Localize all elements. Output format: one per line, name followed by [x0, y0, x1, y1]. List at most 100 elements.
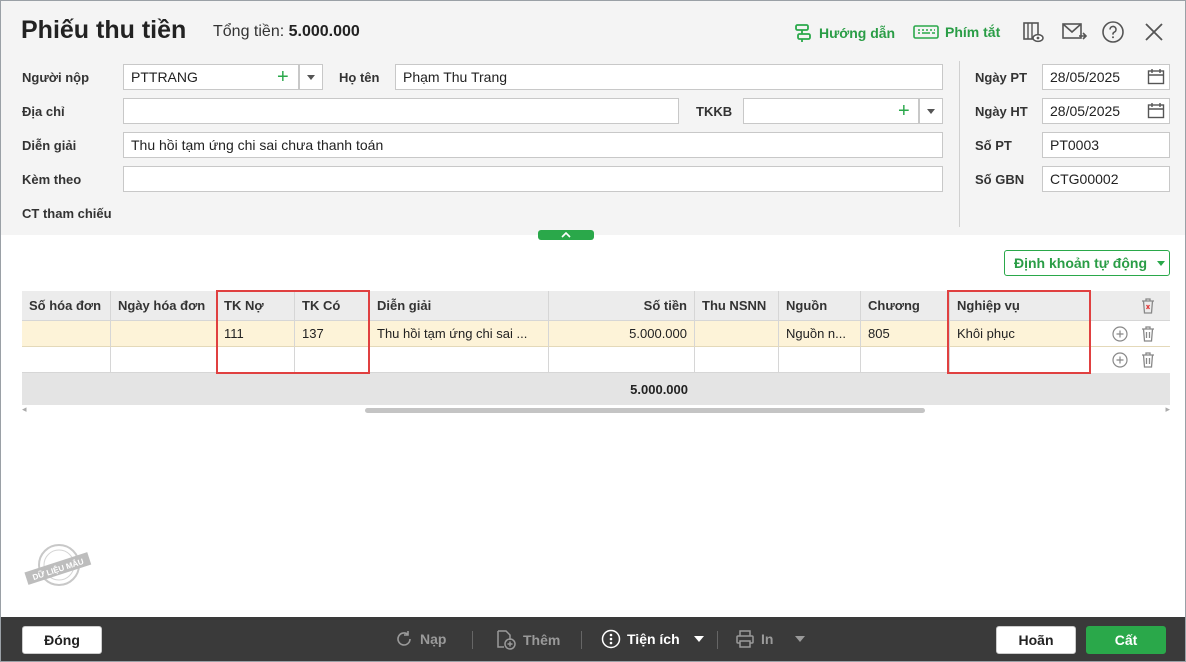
- table-total-row: 5.000.000: [22, 373, 1170, 405]
- add-row-icon[interactable]: [1112, 325, 1128, 342]
- highlight-accounts: [216, 290, 370, 374]
- date-pt-label: Ngày PT: [975, 70, 1028, 85]
- cell-chapter[interactable]: [861, 347, 950, 373]
- row-actions: [1091, 347, 1170, 373]
- print-label: In: [761, 631, 774, 647]
- delete-all-icon[interactable]: [1140, 297, 1156, 315]
- reference-label: CT tham chiếu: [22, 206, 112, 221]
- chevron-down-icon: [693, 636, 704, 642]
- close-button[interactable]: Đóng: [22, 626, 102, 654]
- collapse-header-button[interactable]: [538, 230, 594, 240]
- close-icon[interactable]: [1141, 19, 1167, 45]
- so-gbn-input[interactable]: CTG00002: [1042, 166, 1170, 192]
- delete-all-cell: [1091, 291, 1170, 321]
- so-gbn-label: Số GBN: [975, 172, 1025, 187]
- col-source: Nguồn: [779, 291, 861, 321]
- receipt-window: Phiếu thu tiền Tổng tiền: 5.000.000 Hướn…: [0, 0, 1186, 662]
- scroll-left-icon[interactable]: ◂: [22, 404, 27, 415]
- add-row-icon[interactable]: [1112, 352, 1128, 368]
- cell-description[interactable]: Thu hồi tạm ứng chi sai ...: [370, 321, 549, 347]
- calendar-icon[interactable]: [1147, 68, 1165, 85]
- add-payer-icon[interactable]: +: [277, 67, 289, 87]
- save-button[interactable]: Cất: [1086, 626, 1166, 654]
- payer-input[interactable]: PTTRANG: [123, 64, 299, 90]
- cell-description[interactable]: [370, 347, 549, 373]
- scroll-right-icon[interactable]: ▸: [1165, 404, 1170, 415]
- shortcut-label: Phím tắt: [945, 24, 1001, 40]
- table-total-value: 5.000.000: [22, 373, 695, 405]
- guide-label: Hướng dẫn: [819, 25, 896, 41]
- cell-source[interactable]: [779, 347, 861, 373]
- keyboard-icon: [913, 25, 939, 39]
- cell-chapter[interactable]: 805: [861, 321, 950, 347]
- col-chapter: Chương: [861, 291, 950, 321]
- cell-invoice-no[interactable]: [22, 347, 111, 373]
- date-ht-label: Ngày HT: [975, 104, 1028, 119]
- highlight-operation: [947, 290, 1091, 374]
- cell-thu-nsnn[interactable]: [695, 347, 779, 373]
- print-menu[interactable]: In: [735, 629, 806, 649]
- cell-amount[interactable]: 5.000.000: [549, 321, 695, 347]
- table-total-filler: [695, 373, 1170, 405]
- fullname-label: Họ tên: [339, 70, 380, 85]
- total-label: Tổng tiền:: [213, 23, 285, 40]
- attach-label: Kèm theo: [22, 172, 82, 187]
- calendar-icon[interactable]: [1147, 102, 1165, 119]
- chevron-down-icon: [1157, 260, 1166, 266]
- tkkb-dropdown[interactable]: [919, 98, 943, 124]
- horizontal-scrollbar[interactable]: ◂ ▸: [22, 404, 1170, 417]
- description-label: Diễn giải: [22, 138, 77, 153]
- so-pt-input[interactable]: PT0003: [1042, 132, 1170, 158]
- col-invoice-no: Số hóa đơn: [22, 291, 111, 321]
- cell-amount[interactable]: [549, 347, 695, 373]
- reload-label: Nạp: [420, 631, 447, 647]
- attach-input[interactable]: [123, 166, 943, 192]
- add-label: Thêm: [523, 632, 561, 648]
- page-title: Phiếu thu tiền: [21, 16, 187, 44]
- fullname-input[interactable]: Phạm Thu Trang: [395, 64, 943, 90]
- email-icon[interactable]: [1061, 19, 1087, 45]
- tkkb-input[interactable]: [743, 98, 919, 124]
- cell-source[interactable]: Nguồn n...: [779, 321, 861, 347]
- guide-link[interactable]: Hướng dẫn: [793, 23, 895, 43]
- help-icon[interactable]: [1100, 19, 1126, 45]
- cell-invoice-date[interactable]: [111, 347, 217, 373]
- shortcut-link[interactable]: Phím tắt: [913, 23, 1000, 41]
- col-amount: Số tiền: [549, 291, 695, 321]
- so-pt-label: Số PT: [975, 138, 1012, 153]
- payer-dropdown[interactable]: [299, 64, 323, 90]
- add-button[interactable]: Thêm: [495, 629, 560, 651]
- toolbar-separator: [717, 631, 718, 649]
- cancel-button[interactable]: Hoãn: [996, 626, 1076, 654]
- add-document-icon: [497, 630, 516, 650]
- delete-row-icon[interactable]: [1140, 325, 1156, 343]
- chevron-down-icon: [927, 108, 935, 114]
- utilities-label: Tiện ích: [627, 631, 680, 647]
- guide-icon: [795, 24, 811, 42]
- footer-toolbar: Đóng Nạp Thêm Tiện ích In Hoãn Cất: [1, 617, 1185, 661]
- auto-accounting-button[interactable]: Định khoản tự động: [1004, 250, 1170, 276]
- utilities-menu[interactable]: Tiện ích: [601, 629, 704, 649]
- description-input[interactable]: Thu hồi tạm ứng chi sai chưa thanh toán: [123, 132, 943, 158]
- total-amount: Tổng tiền: 5.000.000: [213, 23, 360, 41]
- address-input[interactable]: [123, 98, 679, 124]
- scroll-thumb[interactable]: [365, 408, 925, 413]
- add-tkkb-icon[interactable]: +: [898, 101, 910, 121]
- form-header-panel: Phiếu thu tiền Tổng tiền: 5.000.000 Hướn…: [1, 1, 1185, 235]
- tkkb-label: TKKB: [696, 104, 733, 119]
- reload-button[interactable]: Nạp: [394, 629, 446, 649]
- cell-invoice-date[interactable]: [111, 321, 217, 347]
- preview-icon[interactable]: [1020, 19, 1046, 45]
- sample-data-stamp: DỮ LIỆU MẪU: [24, 544, 92, 586]
- address-label: Địa chỉ: [22, 104, 65, 119]
- chevron-up-icon: [561, 232, 571, 238]
- chevron-down-icon: [307, 74, 315, 80]
- toolbar-separator: [581, 631, 582, 649]
- printer-icon: [736, 630, 754, 648]
- row-actions: [1091, 321, 1170, 347]
- cell-invoice-no[interactable]: [22, 321, 111, 347]
- cell-thu-nsnn[interactable]: [695, 321, 779, 347]
- reload-icon: [397, 631, 411, 646]
- delete-row-icon[interactable]: [1140, 351, 1156, 369]
- col-thu-nsnn: Thu NSNN: [695, 291, 779, 321]
